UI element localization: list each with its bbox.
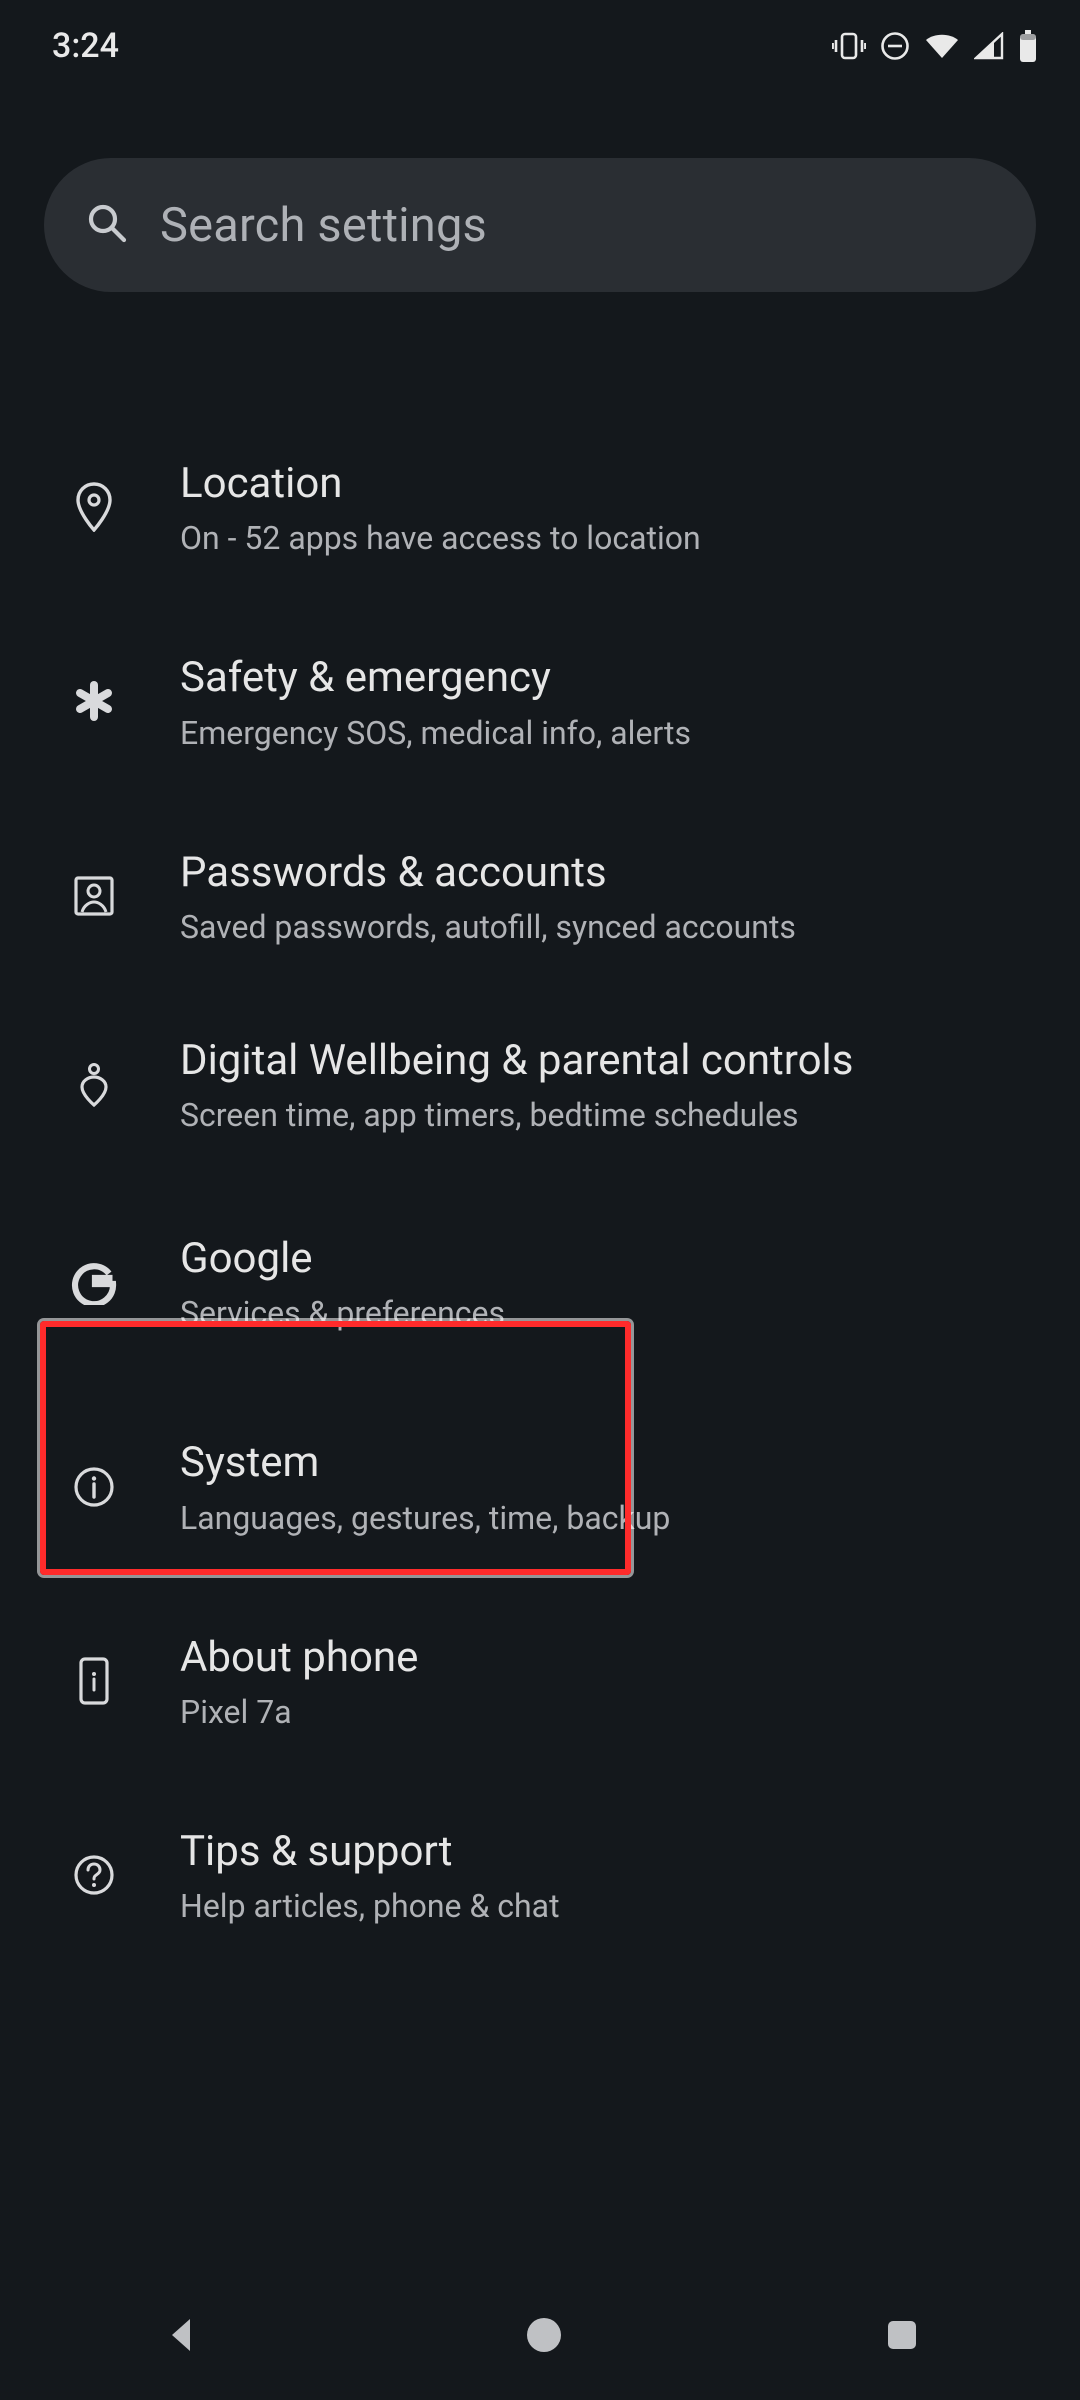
status-bar: 3:24 <box>0 0 1080 88</box>
settings-row-google[interactable]: Google Services & preferences <box>0 1177 1080 1391</box>
settings-row-about-phone[interactable]: About phone Pixel 7a <box>0 1586 1080 1780</box>
google-g-icon <box>71 1259 117 1309</box>
cellular-signal-icon <box>974 32 1004 60</box>
battery-icon <box>1018 30 1038 62</box>
vibrate-icon <box>832 31 866 61</box>
location-pin-icon <box>74 482 114 536</box>
do-not-disturb-icon <box>880 31 910 61</box>
phone-info-icon <box>77 1656 111 1710</box>
settings-list: Location On - 52 apps have access to loc… <box>0 412 1080 1974</box>
search-placeholder: Search settings <box>160 198 487 253</box>
settings-row-safety[interactable]: Safety & emergency Emergency SOS, medica… <box>0 606 1080 800</box>
row-title: About phone <box>180 1634 1036 1682</box>
settings-row-location[interactable]: Location On - 52 apps have access to loc… <box>0 412 1080 606</box>
row-title: Tips & support <box>180 1828 1036 1876</box>
row-subtitle: Saved passwords, autofill, synced accoun… <box>180 907 1036 947</box>
wifi-icon <box>924 32 960 60</box>
wellbeing-icon <box>74 1061 114 1111</box>
nav-recents-button[interactable] <box>882 2315 922 2355</box>
account-box-icon <box>72 874 116 922</box>
search-settings[interactable]: Search settings <box>44 158 1036 292</box>
navigation-bar <box>0 2270 1080 2400</box>
row-subtitle: Screen time, app timers, bedtime schedul… <box>180 1095 1036 1135</box>
row-subtitle: Services & preferences <box>180 1293 1036 1333</box>
row-title: System <box>180 1439 1036 1487</box>
settings-row-wellbeing[interactable]: Digital Wellbeing & parental controls Sc… <box>0 995 1080 1177</box>
status-icons <box>832 30 1038 62</box>
row-title: Safety & emergency <box>180 654 1036 702</box>
nav-home-button[interactable] <box>522 2313 566 2357</box>
row-subtitle: Languages, gestures, time, backup <box>180 1498 1036 1538</box>
row-subtitle: Pixel 7a <box>180 1692 1036 1732</box>
row-title: Digital Wellbeing & parental controls <box>180 1037 1000 1085</box>
row-title: Google <box>180 1235 1036 1283</box>
row-title: Passwords & accounts <box>180 849 1036 897</box>
info-circle-icon <box>72 1465 116 1513</box>
nav-back-button[interactable] <box>158 2311 206 2359</box>
status-time: 3:24 <box>52 26 119 66</box>
search-icon <box>84 200 130 250</box>
row-title: Location <box>180 460 1036 508</box>
settings-row-system[interactable]: System Languages, gestures, time, backup <box>0 1391 1080 1585</box>
help-circle-icon <box>72 1853 116 1901</box>
row-subtitle: On - 52 apps have access to location <box>180 518 1036 558</box>
row-subtitle: Help articles, phone & chat <box>180 1886 1036 1926</box>
row-subtitle: Emergency SOS, medical info, alerts <box>180 713 1036 753</box>
settings-row-passwords[interactable]: Passwords & accounts Saved passwords, au… <box>0 801 1080 995</box>
settings-row-tips-support[interactable]: Tips & support Help articles, phone & ch… <box>0 1780 1080 1974</box>
medical-asterisk-icon <box>73 680 115 726</box>
